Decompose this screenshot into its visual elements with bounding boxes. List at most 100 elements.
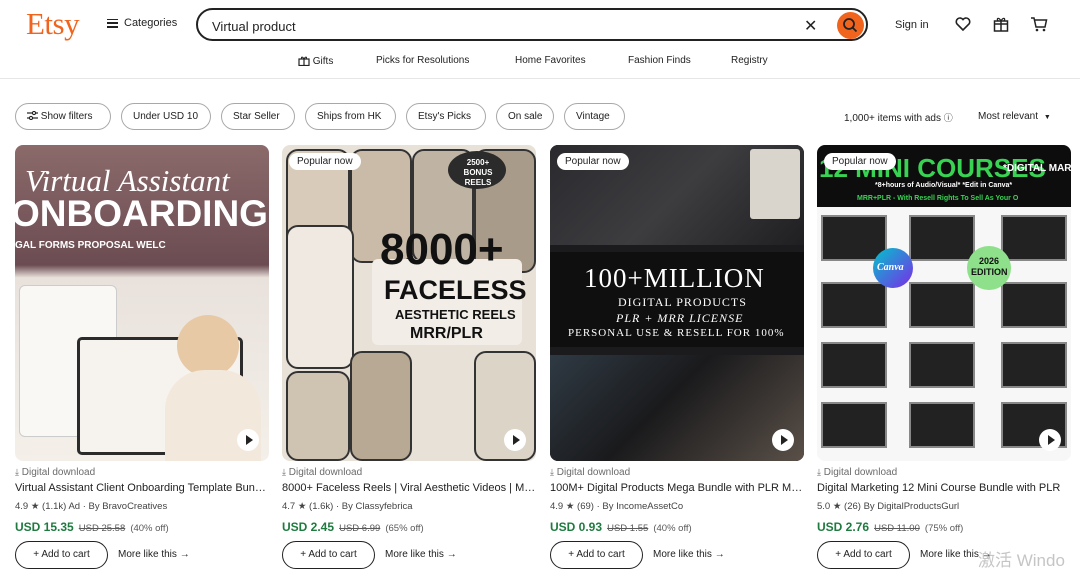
product-rating: 4.9 ★ (1.1k) Ad · By BravoCreatives	[15, 501, 168, 512]
play-icon	[1048, 435, 1055, 445]
etsy-logo[interactable]: Etsy	[26, 6, 80, 42]
nav-item-resolutions[interactable]: Picks for Resolutions	[376, 55, 469, 66]
more-like-this-link[interactable]: More like this →	[118, 549, 190, 560]
favorites-icon[interactable]	[954, 15, 972, 33]
chip-on-sale[interactable]: On sale	[496, 103, 554, 130]
image-text: 100+MILLION	[584, 263, 765, 293]
product-price: USD 15.35 USD 25.58 (40% off)	[15, 520, 169, 534]
product-rating: 5.0 ★ (26) By DigitalProductsGurl	[817, 501, 959, 512]
chip-vintage[interactable]: Vintage	[564, 103, 625, 130]
sort-dropdown[interactable]: Most relevant ▼	[978, 111, 1051, 122]
rating-value: 5.0	[817, 501, 831, 512]
nav-item-home-favorites[interactable]: Home Favorites	[515, 55, 586, 66]
cart-icon[interactable]	[1030, 15, 1048, 33]
star-icon: ★	[565, 501, 575, 512]
download-icon: ⤓	[15, 467, 19, 477]
sale-price: USD 2.76	[817, 520, 870, 534]
more-like-this-label: More like this	[653, 549, 712, 560]
more-like-this-label: More like this	[920, 549, 979, 560]
more-like-this-label: More like this	[118, 549, 177, 560]
sale-price: USD 15.35	[15, 520, 74, 534]
product-image[interactable]: 100+MILLION DIGITAL PRODUCTS PLR + MRR L…	[550, 145, 804, 461]
image-text: *8+hours of Audio/Visual* *Edit in Canva…	[875, 182, 1013, 189]
product-title[interactable]: Virtual Assistant Client Onboarding Temp…	[15, 482, 269, 494]
product-image[interactable]: 2500+ BONUS REELS 8000+ FACELESS AESTHET…	[282, 145, 536, 461]
product-title[interactable]: 100M+ Digital Products Mega Bundle with …	[550, 482, 804, 494]
image-phone	[350, 351, 412, 461]
more-like-this-link[interactable]: More like this →	[385, 549, 457, 560]
plus-icon: +	[568, 549, 575, 560]
more-like-this-link[interactable]: More like this →	[653, 549, 725, 560]
play-video-button[interactable]	[237, 429, 259, 451]
product-price: USD 0.93 USD 1.55 (40% off)	[550, 520, 692, 534]
chip-ships-from-hk[interactable]: Ships from HK	[305, 103, 396, 130]
chevron-down-icon: ▼	[1043, 114, 1051, 121]
product-title[interactable]: 8000+ Faceless Reels | Viral Aesthetic V…	[282, 482, 536, 494]
product-price: USD 2.76 USD 11.00 (75% off)	[817, 520, 963, 534]
nav-item-registry[interactable]: Registry	[731, 55, 768, 66]
arrow-right-icon: →	[714, 549, 725, 560]
play-video-button[interactable]	[504, 429, 526, 451]
search-button[interactable]	[837, 12, 864, 39]
image-text: MRR+PLR - With Resell Rights To Sell As …	[857, 195, 1019, 202]
show-filters-button[interactable]: Show filters	[15, 103, 111, 130]
results-count-text: 1,000+ items with ads	[844, 113, 941, 124]
filters-icon	[27, 110, 38, 121]
image-text: PLR + MRR LICENSE	[616, 311, 744, 325]
nav-item-fashion-finds[interactable]: Fashion Finds	[628, 55, 691, 66]
discount: (40% off)	[130, 523, 169, 534]
nav-item-gifts[interactable]: Gifts	[298, 55, 333, 67]
add-to-cart-label: Add to cart	[308, 549, 357, 560]
add-to-cart-button[interactable]: + Add to cart	[282, 541, 375, 569]
download-type-label: Digital download	[823, 467, 898, 478]
chip-under-usd-10[interactable]: Under USD 10	[121, 103, 211, 130]
play-icon	[246, 435, 253, 445]
star-icon: ★	[30, 501, 40, 512]
shop-name[interactable]: By DigitalProductsGurl	[864, 501, 960, 512]
image-text: MRR/PLR	[410, 325, 483, 342]
sign-in-link[interactable]: Sign in	[895, 19, 929, 31]
download-icon: ⤓	[550, 467, 554, 477]
shop-name[interactable]: By Classyfebrica	[342, 501, 413, 512]
search-icon	[843, 18, 858, 33]
review-count: (1.6k)	[309, 501, 334, 512]
image-text: AESTHETIC REELS	[395, 307, 516, 322]
add-to-cart-button[interactable]: + Add to cart	[817, 541, 910, 569]
add-to-cart-button[interactable]: + Add to cart	[15, 541, 108, 569]
chip-etsys-picks[interactable]: Etsy's Picks	[406, 103, 486, 130]
download-icon: ⤓	[282, 467, 286, 477]
chip-star-seller[interactable]: Star Seller	[221, 103, 295, 130]
shop-name[interactable]: By IncomeAssetCo	[602, 501, 683, 512]
product-image[interactable]: Virtual Assistant ONBOARDING GAL FORMS P…	[15, 145, 269, 461]
plus-icon: +	[300, 549, 307, 560]
image-text: Canva	[877, 262, 904, 273]
sale-price: USD 2.45	[282, 520, 335, 534]
plus-icon: +	[33, 549, 40, 560]
discount: (40% off)	[653, 523, 692, 534]
gift-icon[interactable]	[992, 15, 1010, 33]
download-icon: ⤓	[817, 467, 821, 477]
discount: (65% off)	[385, 523, 424, 534]
discount: (75% off)	[924, 523, 964, 534]
categories-button[interactable]: Categories	[107, 17, 177, 29]
add-to-cart-label: Add to cart	[576, 549, 625, 560]
product-title[interactable]: Digital Marketing 12 Mini Course Bundle …	[817, 482, 1075, 494]
add-to-cart-button[interactable]: + Add to cart	[550, 541, 643, 569]
download-type: ⤓ Digital download	[817, 467, 897, 478]
category-nav: Gifts Picks for Resolutions Home Favorit…	[0, 54, 1080, 70]
product-image[interactable]: 12 MINI COURSES *DIGITAL MARKETIN *8+hou…	[817, 145, 1071, 461]
popular-now-badge: Popular now	[289, 153, 361, 170]
play-icon	[781, 435, 788, 445]
nav-label: Gifts	[312, 56, 334, 67]
original-price: USD 1.55	[607, 523, 649, 534]
image-text: 2500+ BONUS REELS	[463, 158, 493, 187]
header: Etsy Categories ✕ Sign in	[0, 0, 1080, 50]
play-video-button[interactable]	[1039, 429, 1061, 451]
play-video-button[interactable]	[772, 429, 794, 451]
info-icon[interactable]: ⓘ	[944, 113, 953, 123]
clear-search-icon[interactable]: ✕	[804, 16, 817, 36]
download-type-label: Digital download	[21, 467, 96, 478]
rating-value: 4.9	[550, 501, 564, 512]
search-input[interactable]	[210, 15, 794, 37]
shop-name[interactable]: By BravoCreatives	[89, 501, 168, 512]
